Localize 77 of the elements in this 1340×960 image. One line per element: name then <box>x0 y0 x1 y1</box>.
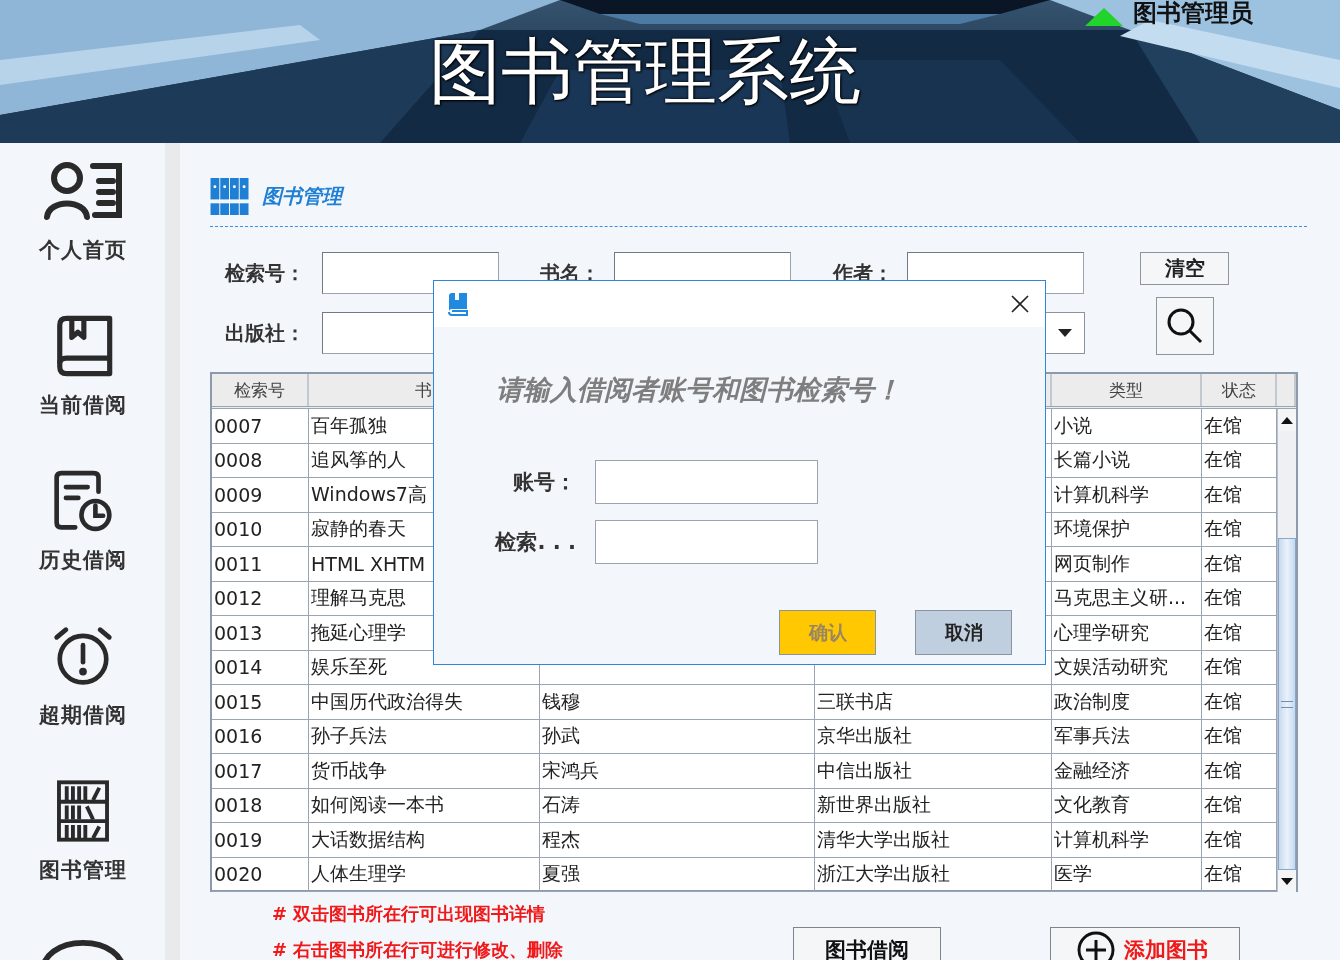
field-label: 出版社： <box>224 319 306 347</box>
table-cell: 0019 <box>212 823 309 857</box>
table-cell: 京华出版社 <box>815 719 1052 753</box>
nav-label[interactable]: 个人首页 <box>38 236 127 264</box>
table-cell: 文娱活动研究 <box>1052 650 1202 684</box>
caret-up-icon[interactable] <box>1281 416 1293 424</box>
table-cell: 如何阅读一本书 <box>309 788 540 822</box>
table-cell: 政治制度 <box>1052 685 1202 719</box>
table-cell: 货币战争 <box>309 754 540 788</box>
cancel-button[interactable]: 取消 <box>915 610 1012 655</box>
nav-label[interactable]: 历史借阅 <box>38 546 127 574</box>
search-icon <box>1165 307 1204 345</box>
clear-button[interactable]: 清空 <box>1140 252 1229 285</box>
table-cell: 孙武 <box>540 719 815 753</box>
table-cell: 宋鸿兵 <box>540 754 815 788</box>
table-cell: 心理学研究 <box>1052 616 1202 650</box>
table-cell: 网页制作 <box>1052 547 1202 581</box>
table-cell: 钱穆 <box>540 685 815 719</box>
table-cell: 0010 <box>212 512 309 546</box>
column-header[interactable]: 状态 <box>1202 374 1277 406</box>
app-title: 图书管理系统 <box>429 30 861 114</box>
input-field[interactable] <box>595 460 818 504</box>
table-cell: 金融经济 <box>1052 754 1202 788</box>
table-cell: 计算机科学 <box>1052 823 1202 857</box>
borrow-button[interactable]: 图书借阅 <box>793 927 941 960</box>
table-cell: 中国历代政治得失 <box>309 685 540 719</box>
table-cell: 中信出版社 <box>815 754 1052 788</box>
close-button[interactable] <box>1011 295 1029 313</box>
table-cell: 浙江大学出版社 <box>815 857 1052 891</box>
table-cell: 马克思主义研... <box>1052 581 1202 615</box>
caret-icon <box>1058 329 1072 337</box>
nav-label[interactable]: 图书管理 <box>38 856 127 884</box>
table-cell: 0015 <box>212 685 309 719</box>
table-cell: 0012 <box>212 581 309 615</box>
triangle-icon <box>1085 8 1123 26</box>
table-cell: 孙子兵法 <box>309 719 540 753</box>
grid-icon <box>210 178 250 215</box>
table-cell: 医学 <box>1052 857 1202 891</box>
nav-label[interactable]: 超期借阅 <box>38 701 127 729</box>
field-label: 检索号： <box>223 259 306 287</box>
table-cell: 文化教育 <box>1052 788 1202 822</box>
table-cell: 0008 <box>212 443 309 477</box>
table-cell: 清华大学出版社 <box>815 823 1052 857</box>
search-button[interactable] <box>1155 297 1214 355</box>
table-cell: 0017 <box>212 754 309 788</box>
table-cell: 0014 <box>212 650 309 684</box>
person-list-icon[interactable] <box>42 160 123 222</box>
table-cell: 新世界出版社 <box>815 788 1052 822</box>
table-cell: 石涛 <box>540 788 815 822</box>
table-cell: 0009 <box>212 478 309 512</box>
book-icon <box>446 292 470 316</box>
table-cell: 计算机科学 <box>1052 478 1202 512</box>
table-cell: 夏强 <box>540 857 815 891</box>
table-cell: 0011 <box>212 547 309 581</box>
user-role: 图书管理员 <box>1133 0 1253 26</box>
input-field[interactable] <box>595 520 818 564</box>
table-cell: 军事兵法 <box>1052 719 1202 753</box>
table-cell: 0013 <box>212 616 309 650</box>
hint-text: # 右击图书所在行可进行修改、删除 <box>272 938 565 960</box>
hint-text: # 双击图书所在行可出现图书详情 <box>272 902 547 926</box>
table-cell: 环境保护 <box>1052 512 1202 546</box>
table-cell: 程杰 <box>540 823 815 857</box>
scrollbar[interactable] <box>1277 409 1296 892</box>
add-book-button[interactable]: 添加图书 <box>1050 927 1240 960</box>
table-cell: 0007 <box>212 409 309 443</box>
column-header[interactable]: 检索号 <box>212 374 309 406</box>
table-cell: 0020 <box>212 857 309 891</box>
table-cell: 0016 <box>212 719 309 753</box>
table-cell: 长篇小说 <box>1052 443 1202 477</box>
table-cell: 大话数据结构 <box>309 823 540 857</box>
table-cell: 小说 <box>1052 409 1202 443</box>
table-cell: 三联书店 <box>815 685 1052 719</box>
table-cell: 人体生理学 <box>309 857 540 891</box>
table-cell: 0018 <box>212 788 309 822</box>
column-header[interactable]: 类型 <box>1052 374 1202 406</box>
caret-down-icon[interactable] <box>1281 877 1293 885</box>
nav-label[interactable]: 当前借阅 <box>38 391 127 419</box>
